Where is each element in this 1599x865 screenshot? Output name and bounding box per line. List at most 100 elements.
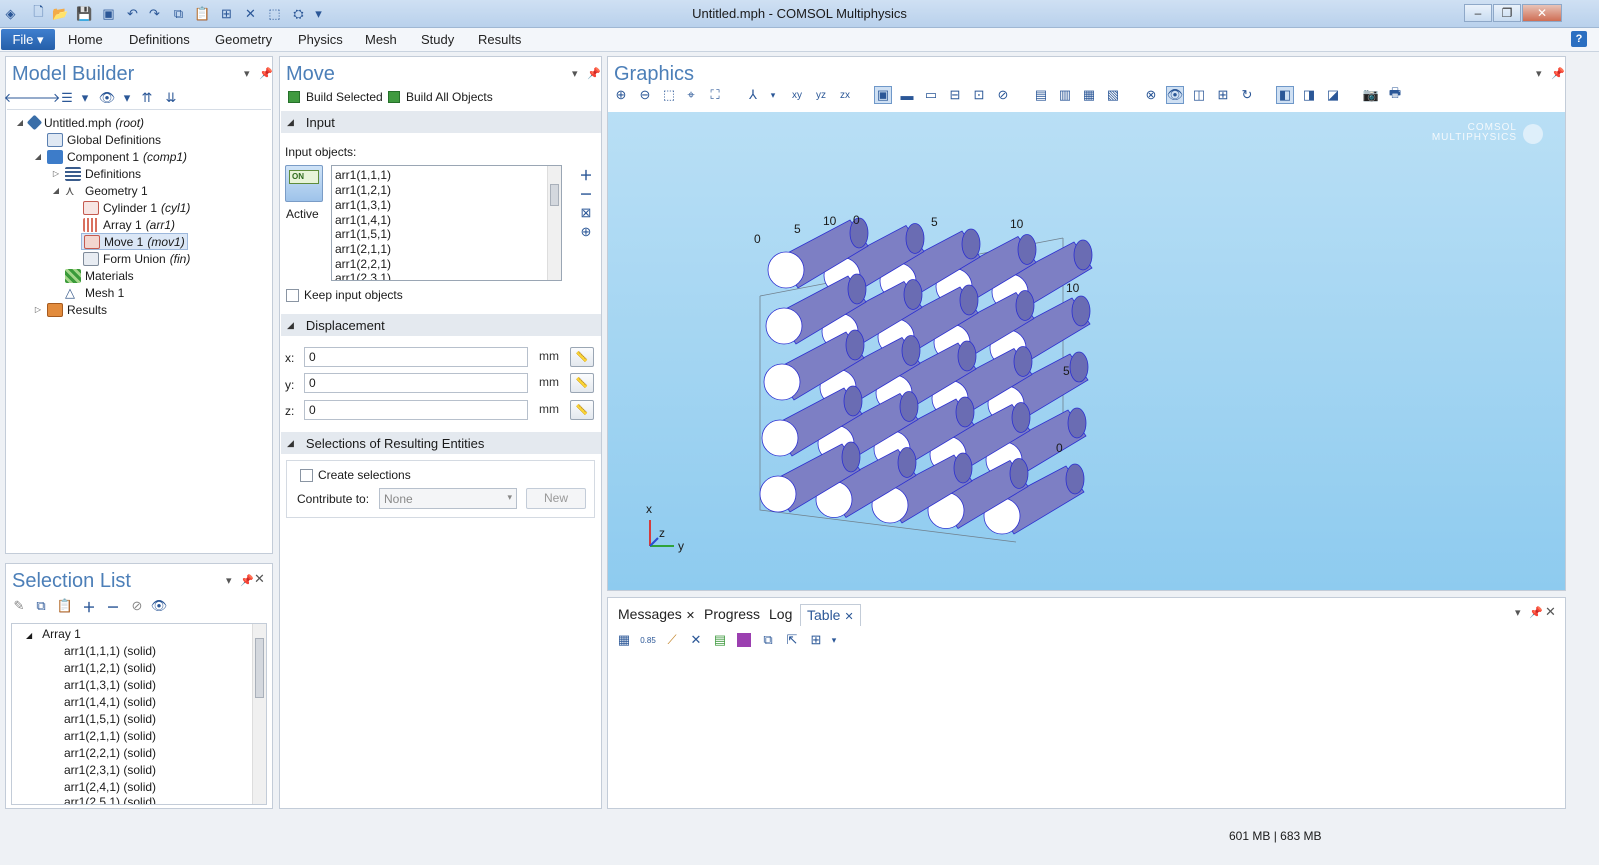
collapse-arrow-icon[interactable]: ▷: [33, 305, 43, 314]
zoom-in-icon[interactable]: ⊕: [612, 86, 630, 104]
maximize-button[interactable]: ❐: [1493, 4, 1521, 22]
select-icon[interactable]: ⬚: [266, 5, 283, 22]
hide-icon[interactable]: ◫: [1190, 86, 1208, 104]
zoom-box-icon[interactable]: ⬚: [660, 86, 678, 104]
close-tab-icon[interactable]: ✕: [686, 610, 695, 622]
pin-icon[interactable]: 📌: [1529, 606, 1543, 619]
paste-icon[interactable]: 📋: [194, 5, 211, 22]
selections-section-header[interactable]: ◢ Selections of Resulting Entities: [281, 432, 601, 454]
input-object-item[interactable]: arr1(1,5,1): [335, 227, 391, 241]
tree-definitions[interactable]: ▷ Definitions: [51, 165, 141, 182]
displacement-section-header[interactable]: ◢ Displacement: [281, 314, 601, 336]
tab-table[interactable]: Table ✕: [800, 604, 861, 626]
hide-for-geometry-icon[interactable]: ⊗: [1142, 86, 1160, 104]
list-item[interactable]: arr1(1,5,1) (solid): [64, 712, 156, 726]
view-yz-icon[interactable]: yz: [812, 86, 830, 104]
menu-home[interactable]: Home: [68, 32, 103, 47]
minimize-button[interactable]: –: [1464, 4, 1492, 22]
panel-menu-icon[interactable]: ▾: [226, 574, 232, 587]
tree-materials[interactable]: Materials: [51, 267, 134, 284]
menu-geometry[interactable]: Geometry: [215, 32, 272, 47]
plot-icon[interactable]: ⟋: [663, 631, 681, 649]
close-button[interactable]: ✕: [1522, 4, 1562, 22]
select-boundaries-icon[interactable]: ▭: [922, 86, 940, 104]
tab-messages[interactable]: Messages ✕: [612, 604, 701, 626]
input-object-item[interactable]: arr1(1,4,1): [335, 213, 391, 227]
tree-root[interactable]: ◢ Untitled.mph (root): [15, 114, 144, 131]
collapse-arrow-icon[interactable]: ◢: [287, 438, 294, 449]
input-object-item[interactable]: arr1(2,2,1): [335, 257, 391, 271]
cylinder-face[interactable]: [767, 251, 805, 289]
tree-global-definitions[interactable]: Global Definitions: [33, 131, 161, 148]
list-item[interactable]: arr1(2,5,1) (solid): [64, 795, 156, 804]
reset-hiding-icon[interactable]: ⊞: [1214, 86, 1232, 104]
tree-mesh-1[interactable]: △ Mesh 1: [51, 284, 124, 301]
clear-selection-icon[interactable]: ⊠: [577, 204, 595, 222]
list-item[interactable]: arr1(1,1,1) (solid): [64, 644, 156, 658]
wireframe-icon[interactable]: ▥: [1056, 86, 1074, 104]
graphics-canvas[interactable]: COMSOL MULTIPHYSICS 0 5 10 0 5 10 10 5 0 x z y: [608, 112, 1565, 590]
zoom-extents-icon[interactable]: ⛶: [706, 86, 724, 104]
select-domains-icon[interactable]: ▬: [898, 86, 916, 104]
axis-orientation-arrow-icon[interactable]: ▾: [764, 86, 782, 104]
number-format-icon[interactable]: 0.85: [639, 631, 657, 649]
new-file-icon[interactable]: 🗋: [30, 4, 47, 22]
copy-icon[interactable]: ⧉: [170, 5, 187, 22]
settings-icon[interactable]: ⛭: [290, 5, 307, 22]
tree-results[interactable]: ▷ Results: [33, 301, 107, 318]
color-table-icon[interactable]: [735, 631, 753, 649]
hide-icon[interactable]: ⊘: [128, 597, 146, 615]
pin-icon[interactable]: 📌: [240, 574, 254, 587]
select-points-icon[interactable]: ⊡: [970, 86, 988, 104]
save-as-icon[interactable]: ▣: [100, 5, 117, 22]
list-item[interactable]: arr1(2,1,1) (solid): [64, 729, 156, 743]
clear-table-icon[interactable]: ✕: [687, 631, 705, 649]
tree-geometry-1[interactable]: ◢ ⋏ Geometry 1: [51, 182, 148, 199]
scrollbar[interactable]: [252, 624, 266, 804]
open-folder-icon[interactable]: 📂: [52, 5, 69, 22]
camera-icon[interactable]: 📷: [1362, 86, 1380, 104]
copy-selection-icon[interactable]: ⧉: [32, 597, 50, 615]
active-toggle-button[interactable]: ON: [285, 165, 323, 202]
menu-results[interactable]: Results: [478, 32, 521, 47]
table-icon[interactable]: ▤: [711, 631, 729, 649]
list-item[interactable]: arr1(1,2,1) (solid): [64, 661, 156, 675]
collapse-arrow-icon[interactable]: ◢: [287, 117, 294, 128]
expand-all-icon[interactable]: ⇊: [162, 89, 180, 107]
tree-cylinder-1[interactable]: Cylinder 1 (cyl1): [69, 199, 190, 216]
file-menu[interactable]: File ▾: [1, 29, 55, 50]
show-list-arrow-icon[interactable]: ▾: [76, 89, 94, 107]
cylinder-face[interactable]: [765, 307, 803, 345]
panel-menu-icon[interactable]: ▾: [1536, 67, 1542, 80]
scrollbar-thumb[interactable]: [255, 638, 264, 698]
view-zx-icon[interactable]: zx: [836, 86, 854, 104]
grid-arrow-icon[interactable]: ▾: [825, 631, 843, 649]
input-object-item[interactable]: arr1(1,1,1): [335, 168, 391, 182]
expand-arrow-icon[interactable]: ◢: [15, 118, 25, 127]
zoom-to-selection-icon[interactable]: ⊕: [577, 223, 595, 241]
help-button[interactable]: ?: [1571, 31, 1587, 47]
list-item[interactable]: arr1(2,2,1) (solid): [64, 746, 156, 760]
remove-icon[interactable]: －: [104, 597, 122, 615]
clear-selection-icon[interactable]: ⊘: [994, 86, 1012, 104]
build-geometry-icon[interactable]: ▤: [1032, 86, 1050, 104]
duplicate-icon[interactable]: ⊞: [218, 5, 235, 22]
refresh-icon[interactable]: ↻: [1238, 86, 1256, 104]
paste-selection-icon[interactable]: 📋: [56, 597, 74, 615]
print-icon[interactable]: 🖶: [1386, 85, 1404, 104]
build-selected-button[interactable]: Build Selected: [288, 90, 383, 104]
input-object-item[interactable]: arr1(2,3,1): [335, 271, 391, 280]
menu-definitions[interactable]: Definitions: [129, 32, 190, 47]
tab-log[interactable]: Log: [763, 604, 798, 626]
delete-icon[interactable]: ✕: [242, 5, 259, 22]
export-table-icon[interactable]: ⇱: [783, 631, 801, 649]
customize-arrow-icon[interactable]: ▾: [310, 5, 327, 22]
select-objects-icon[interactable]: ▣: [874, 86, 892, 104]
collapse-arrow-icon[interactable]: ◢: [287, 320, 294, 331]
selection-list-box[interactable]: ◢ Array 1 arr1(1,1,1) (solid) arr1(1,2,1)…: [11, 623, 267, 805]
zoom-out-icon[interactable]: ⊖: [636, 86, 654, 104]
z-measure-button[interactable]: 📏: [570, 400, 594, 420]
new-selection-button[interactable]: New: [526, 488, 586, 509]
view-previous-icon[interactable]: ◨: [1300, 86, 1318, 104]
input-object-item[interactable]: arr1(2,1,1): [335, 242, 391, 256]
